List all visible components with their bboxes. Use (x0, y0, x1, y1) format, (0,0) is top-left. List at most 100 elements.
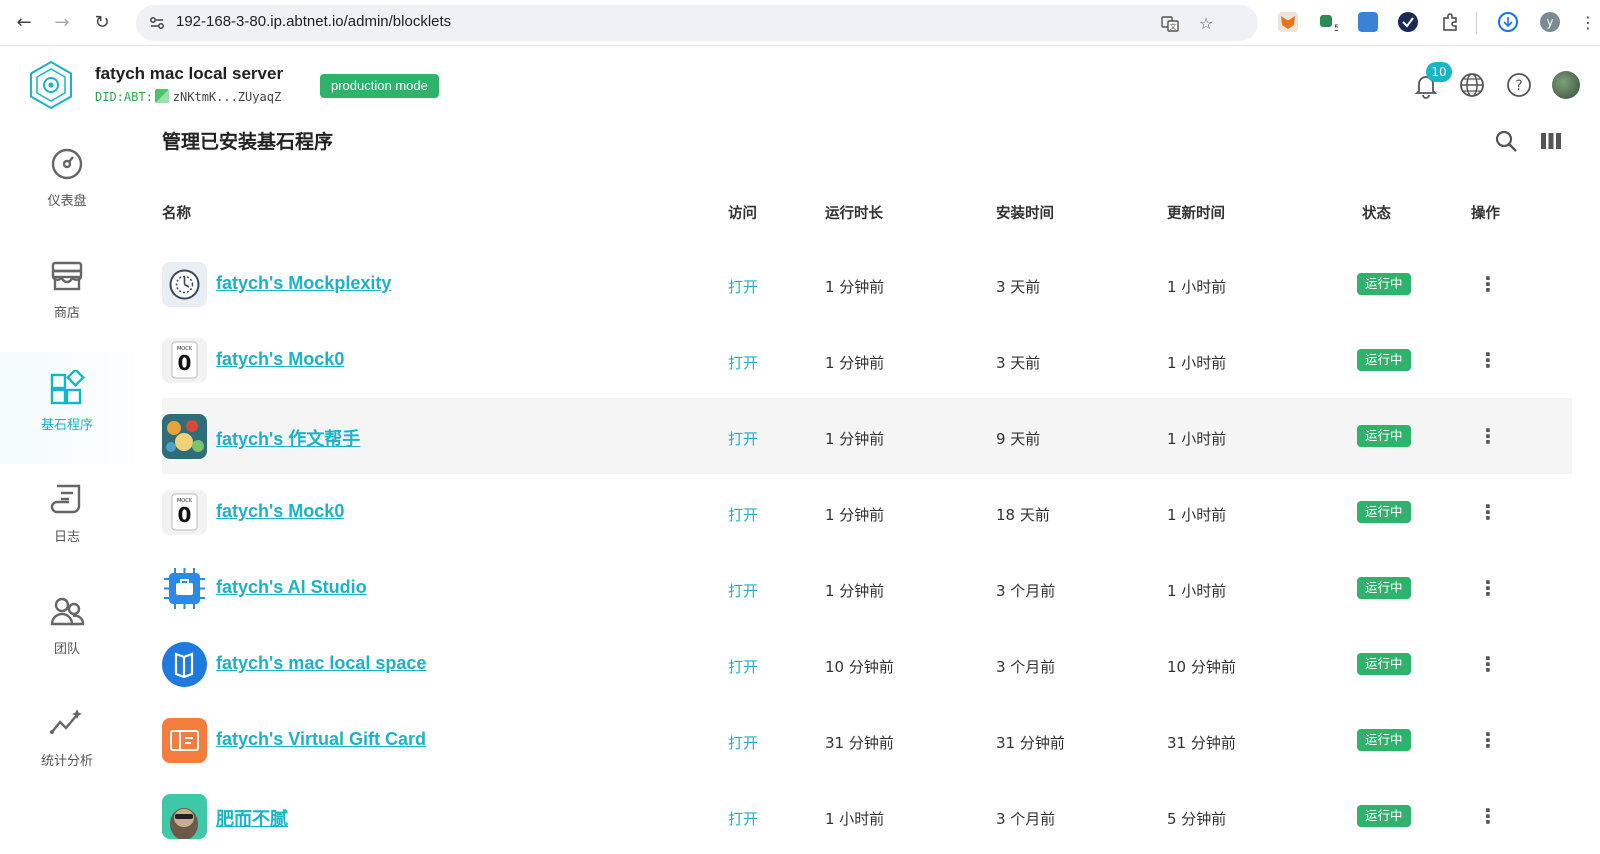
metamask-extension-icon[interactable] (1278, 12, 1298, 32)
forward-arrow-icon[interactable]: → (50, 11, 74, 35)
sidebar: 仪表盘 商店 基石程序 日志 团队 统计分析 (0, 128, 134, 835)
status-badge: 运行中 (1357, 805, 1411, 827)
download-icon[interactable] (1498, 12, 1518, 32)
open-link[interactable]: 打开 (728, 656, 758, 677)
mockplexity-icon (162, 262, 207, 307)
user-avatar[interactable] (1552, 71, 1580, 99)
site-settings-icon[interactable] (148, 14, 166, 32)
column-header-installed[interactable]: 安装时间 (996, 202, 1054, 223)
more-actions-icon[interactable]: ⋮ (1478, 424, 1498, 448)
sidebar-item-analytics[interactable]: 统计分析 (0, 688, 134, 800)
blocklet-name-link[interactable]: 肥而不腻 (216, 805, 288, 831)
blocklets-icon (49, 368, 85, 406)
more-actions-icon[interactable]: ⋮ (1478, 804, 1498, 828)
table-row: 肥而不腻 打开 1 小时前 3 个月前 5 分钟前 运行中 ⋮ (162, 778, 1572, 854)
browser-menu-icon[interactable]: ⋮ (1576, 11, 1600, 35)
uptime-cell: 10 分钟前 (825, 658, 894, 676)
sidebar-item-dashboard[interactable]: 仪表盘 (0, 128, 134, 240)
open-link[interactable]: 打开 (728, 352, 758, 373)
status-badge: 运行中 (1357, 273, 1411, 295)
status-badge: 运行中 (1357, 349, 1411, 371)
installed-cell: 31 分钟前 (996, 734, 1065, 752)
column-header-status[interactable]: 状态 (1362, 202, 1391, 223)
table-row: MOCK 0 fatych's Mock0 打开 1 分钟前 18 天前 1 小时… (162, 474, 1572, 550)
page-title: 管理已安装基石程序 (162, 131, 334, 153)
search-icon[interactable] (1493, 128, 1519, 154)
column-header-access[interactable]: 访问 (728, 202, 757, 223)
sidebar-item-label: 仪表盘 (47, 194, 87, 209)
more-actions-icon[interactable]: ⋮ (1478, 500, 1498, 524)
updated-cell: 1 小时前 (1167, 354, 1227, 372)
analytics-icon (49, 706, 85, 742)
production-mode-badge: production mode (320, 74, 439, 98)
bookmark-star-icon[interactable]: ☆ (1196, 14, 1216, 34)
uptime-cell: 31 分钟前 (825, 734, 894, 752)
open-link[interactable]: 打开 (728, 732, 758, 753)
column-header-updated[interactable]: 更新时间 (1167, 202, 1225, 223)
help-question-icon[interactable]: ? (1505, 71, 1533, 99)
sidebar-item-team[interactable]: 团队 (0, 576, 134, 688)
status-badge: 运行中 (1357, 653, 1411, 675)
did-prefix: DID:ABT: (95, 90, 153, 104)
updated-cell: 31 分钟前 (1167, 734, 1236, 752)
reload-icon[interactable]: ↻ (90, 11, 114, 35)
url-text[interactable]: 192-168-3-80.ip.abtnet.io/admin/blocklet… (176, 13, 451, 30)
uptime-cell: 1 分钟前 (825, 430, 885, 448)
open-link[interactable]: 打开 (728, 808, 758, 829)
table-row: MOCK 0 fatych's Mock0 打开 1 分钟前 3 天前 1 小时前… (162, 322, 1572, 398)
installed-cell: 3 个月前 (996, 658, 1056, 676)
svg-text:0: 0 (178, 351, 192, 375)
open-link[interactable]: 打开 (728, 276, 758, 297)
open-link[interactable]: 打开 (728, 428, 758, 449)
profile-avatar[interactable]: y (1540, 12, 1560, 32)
more-actions-icon[interactable]: ⋮ (1478, 728, 1498, 752)
installed-cell: 3 天前 (996, 354, 1041, 372)
sidebar-item-store[interactable]: 商店 (0, 240, 134, 352)
open-link[interactable]: 打开 (728, 504, 758, 525)
table-row: fatych's mac local space 打开 10 分钟前 3 个月前… (162, 626, 1572, 702)
more-actions-icon[interactable]: ⋮ (1478, 272, 1498, 296)
uptime-cell: 1 分钟前 (825, 506, 885, 524)
installed-cell: 3 天前 (996, 278, 1041, 296)
sidebar-item-logs[interactable]: 日志 (0, 464, 134, 576)
wallet-extension-icon[interactable]: 5 (1318, 12, 1340, 34)
blocklet-name-link[interactable]: fatych's Virtual Gift Card (216, 729, 426, 750)
blocklet-name-link[interactable]: fatych's 作文帮手 (216, 425, 360, 451)
updated-cell: 1 小时前 (1167, 506, 1227, 524)
updated-cell: 1 小时前 (1167, 430, 1227, 448)
more-actions-icon[interactable]: ⋮ (1478, 652, 1498, 676)
svg-text:?: ? (1515, 78, 1522, 94)
svg-text:文: 文 (1170, 22, 1177, 31)
open-link[interactable]: 打开 (728, 580, 758, 601)
column-header-uptime[interactable]: 运行时长 (825, 202, 883, 223)
blocklet-name-link[interactable]: fatych's Mock0 (216, 501, 344, 522)
language-globe-icon[interactable] (1458, 71, 1486, 99)
blocklet-name-link[interactable]: fatych's Mock0 (216, 349, 344, 370)
more-actions-icon[interactable]: ⋮ (1478, 348, 1498, 372)
toolbar-divider (1476, 12, 1477, 34)
back-arrow-icon[interactable]: ← (12, 11, 36, 35)
server-did[interactable]: DID:ABT: zNKtmK...ZUyaqZ (95, 89, 281, 104)
store-icon (49, 258, 85, 294)
more-actions-icon[interactable]: ⋮ (1478, 576, 1498, 600)
installed-cell: 18 天前 (996, 506, 1050, 524)
blocklet-name-link[interactable]: fatych's AI Studio (216, 577, 367, 598)
sidebar-item-label: 基石程序 (40, 418, 93, 433)
address-bar[interactable]: 192-168-3-80.ip.abtnet.io/admin/blocklet… (136, 5, 1258, 41)
table-row: fatych's Mockplexity 打开 1 分钟前 3 天前 1 小时前… (162, 246, 1572, 322)
installed-cell: 9 天前 (996, 430, 1041, 448)
check-extension-icon[interactable] (1398, 12, 1418, 32)
translate-icon[interactable]: 文 (1160, 14, 1180, 34)
columns-view-icon[interactable] (1538, 128, 1564, 154)
sidebar-item-label: 商店 (53, 306, 80, 321)
server-logo-icon[interactable] (26, 60, 76, 110)
ai-studio-icon (162, 566, 207, 611)
blocklet-name-link[interactable]: fatych's Mockplexity (216, 273, 391, 294)
extensions-puzzle-icon[interactable] (1440, 12, 1460, 32)
window-extension-icon[interactable] (1358, 12, 1378, 32)
blocklet-name-link[interactable]: fatych's mac local space (216, 653, 426, 674)
column-header-name[interactable]: 名称 (162, 202, 191, 223)
sidebar-item-blocklets[interactable]: 基石程序 (0, 352, 134, 464)
browser-toolbar: ← → ↻ 192-168-3-80.ip.abtnet.io/admin/bl… (0, 0, 1600, 46)
table-row: fatych's Virtual Gift Card 打开 31 分钟前 31 … (162, 702, 1572, 778)
